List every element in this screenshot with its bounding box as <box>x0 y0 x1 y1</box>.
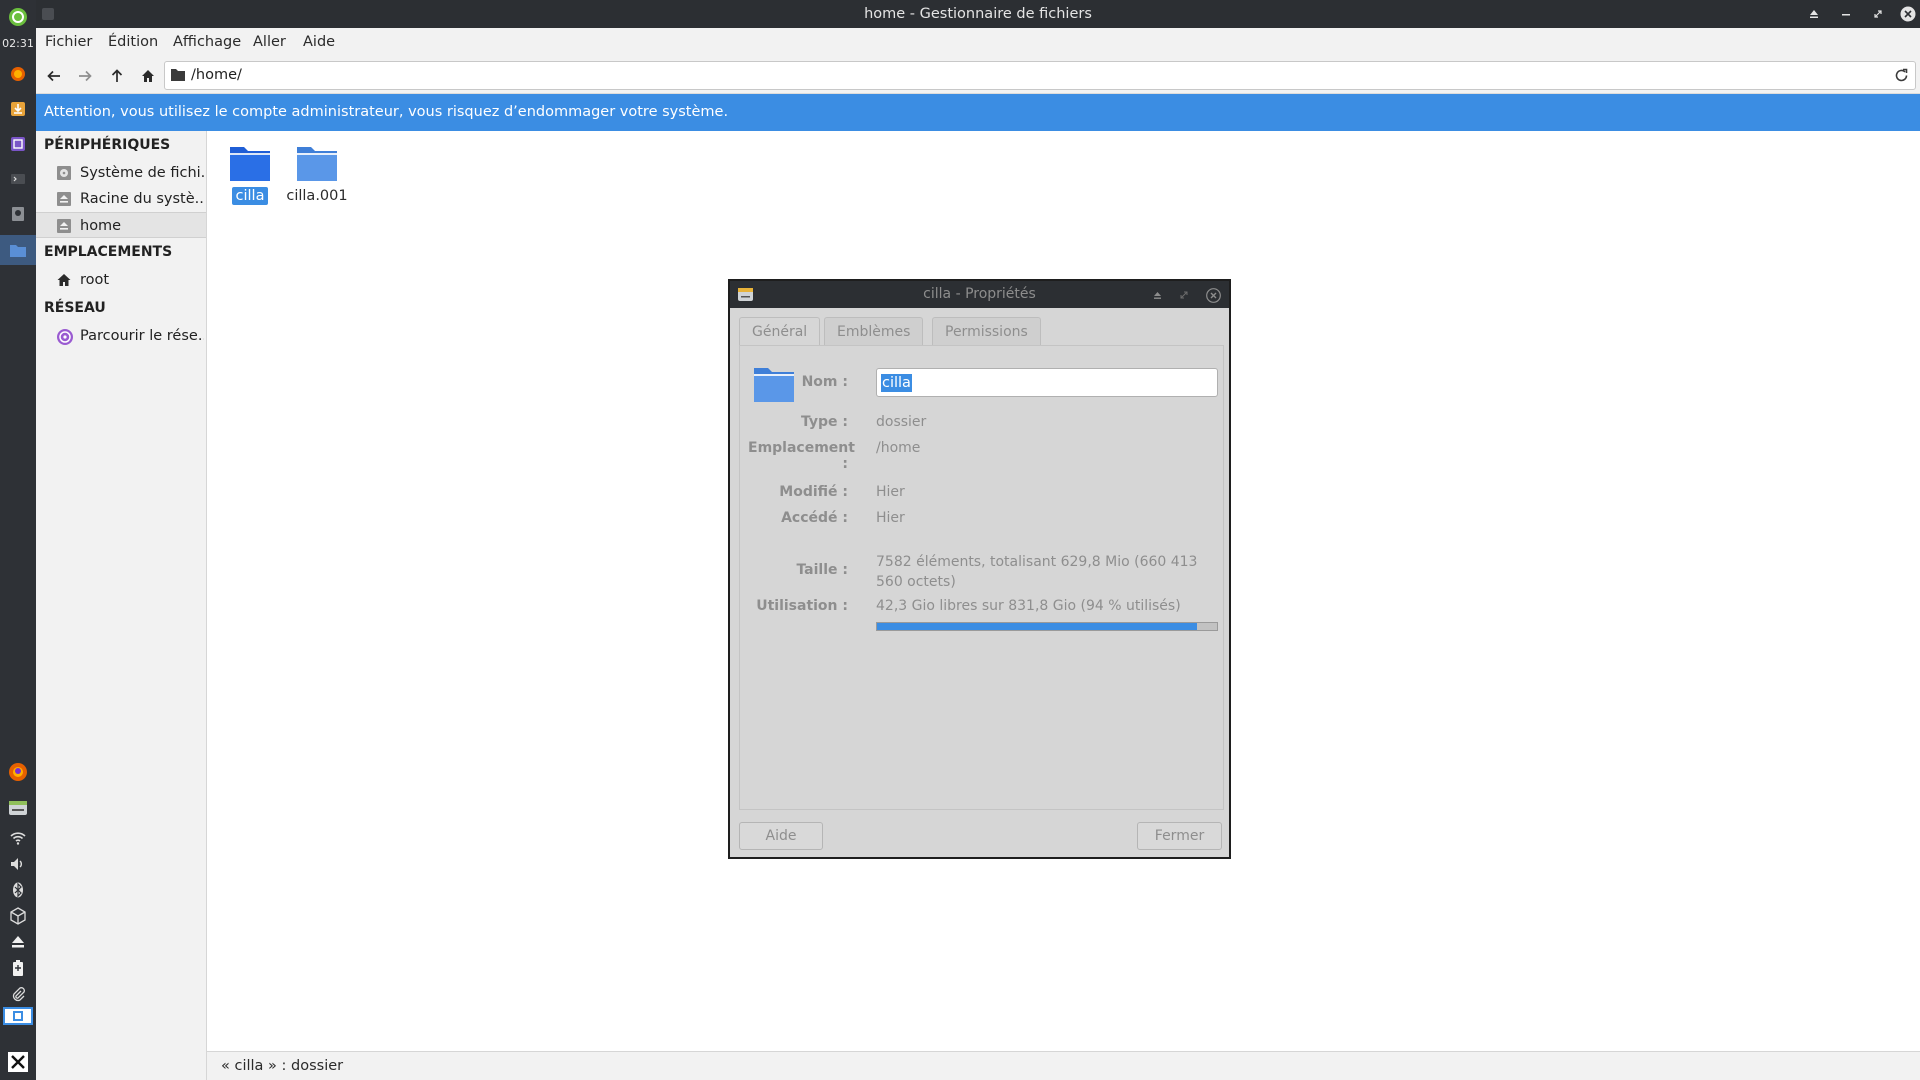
usage-value: 42,3 Gio libres sur 831,8 Gio (94 % util… <box>876 598 1181 614</box>
file-manager-icon[interactable] <box>0 235 36 265</box>
dialog-titlebar[interactable]: cilla - Propriétés <box>730 281 1229 308</box>
drive-eject-icon <box>56 191 72 207</box>
tab-emblemes[interactable]: Emblèmes <box>824 317 924 346</box>
minimize-icon[interactable] <box>1836 4 1856 24</box>
sidebar-item-system-root[interactable]: Racine du systè... <box>36 186 206 212</box>
drive-tray-icon[interactable] <box>0 796 36 820</box>
section-emplacements: EMPLACEMENTS <box>44 244 173 260</box>
folder-icon <box>171 68 185 81</box>
usage-progress-bar <box>876 622 1218 631</box>
reload-icon[interactable] <box>1894 68 1909 83</box>
menu-fichier[interactable]: Fichier <box>45 28 92 56</box>
window-title: home - Gestionnaire de fichiers <box>864 6 1092 22</box>
bluetooth-icon[interactable] <box>0 880 36 900</box>
sidebar-item-label: Racine du systè... <box>80 191 204 207</box>
side-pane: PÉRIPHÉRIQUES Système de fichi... Racine… <box>36 131 207 1080</box>
back-button[interactable] <box>43 65 65 87</box>
menu-edition[interactable]: Édition <box>108 28 158 56</box>
location-path[interactable]: /home/ <box>191 62 242 89</box>
menu-affichage[interactable]: Affichage <box>173 28 241 56</box>
section-peripheriques: PÉRIPHÉRIQUES <box>44 137 171 153</box>
home-icon <box>56 272 72 288</box>
sidebar-item-label: root <box>80 272 110 288</box>
sidebar-item-system-fs[interactable]: Système de fichi... <box>36 160 206 186</box>
app-menu-icon[interactable] <box>0 4 36 30</box>
menu-aller[interactable]: Aller <box>253 28 286 56</box>
name-value[interactable]: cilla <box>881 374 912 392</box>
shade-icon[interactable] <box>1148 286 1166 304</box>
menu-bar: Fichier Édition Affichage Aller Aide <box>36 28 1920 56</box>
home-button[interactable] <box>137 65 159 87</box>
package-icon[interactable] <box>0 905 36 927</box>
tab-general[interactable]: Général <box>739 317 821 347</box>
sidebar-item-network[interactable]: Parcourir le rése... <box>36 323 206 349</box>
firefox-tray-icon[interactable] <box>0 760 36 784</box>
admin-warning-bar: Attention, vous utilisez le compte admin… <box>36 94 1920 131</box>
firefox-icon[interactable] <box>0 62 36 86</box>
taskbar: 02:31 <box>0 0 36 1080</box>
file-item-cilla-001[interactable]: cilla.001 <box>282 143 352 205</box>
sidebar-item-root[interactable]: root <box>36 267 206 293</box>
volume-icon[interactable] <box>0 854 36 874</box>
sidebar-item-label: Système de fichi... <box>80 165 204 181</box>
accessed-label: Accédé : <box>781 510 848 526</box>
modified-value: Hier <box>876 484 905 500</box>
harddisk-icon <box>56 165 72 181</box>
usage-label: Utilisation : <box>756 598 848 614</box>
properties-dialog: cilla - Propriétés Général Emblèmes Perm… <box>728 279 1231 859</box>
terminal-icon[interactable] <box>0 167 36 191</box>
forward-button[interactable] <box>74 65 96 87</box>
size-value: 7582 éléments, totalisant 629,8 Mio (660… <box>876 554 1198 590</box>
download-icon[interactable] <box>0 97 36 121</box>
file-item-cilla[interactable]: cilla <box>215 143 285 205</box>
section-reseau: RÉSEAU <box>44 300 106 316</box>
close-button[interactable]: Fermer <box>1137 822 1222 850</box>
sidebar-item-home[interactable]: home <box>36 212 206 238</box>
sidebar-item-label: home <box>80 218 122 234</box>
battery-icon[interactable] <box>0 958 36 978</box>
wifi-icon[interactable] <box>0 828 36 848</box>
workspace-icon[interactable] <box>0 1005 36 1027</box>
maximize-icon[interactable] <box>1175 286 1193 304</box>
folder-icon <box>296 143 338 183</box>
folder-icon <box>229 143 271 183</box>
close-icon[interactable] <box>1898 4 1918 24</box>
accessed-value: Hier <box>876 510 905 526</box>
menu-aide[interactable]: Aide <box>303 28 335 56</box>
location-bar[interactable]: /home/ <box>164 61 1916 90</box>
tab-permissions[interactable]: Permissions <box>932 317 1041 346</box>
sidebar-item-label: Parcourir le rése... <box>80 328 204 344</box>
modified-label: Modifié : <box>779 484 848 500</box>
location-value: /home <box>876 440 921 456</box>
status-bar: « cilla » : dossier <box>207 1051 1920 1080</box>
shade-icon[interactable] <box>1804 4 1824 24</box>
location-label: Emplacement : <box>748 440 855 472</box>
drive-eject-icon <box>56 218 72 234</box>
window-titlebar[interactable]: home - Gestionnaire de fichiers <box>36 0 1920 28</box>
toolbar: /home/ <box>36 56 1920 94</box>
clock: 02:31 <box>2 37 34 50</box>
notes-icon[interactable] <box>0 132 36 156</box>
network-icon <box>56 328 73 345</box>
name-label: Nom : <box>801 374 848 390</box>
general-tab-panel: Nom : cilla Type : dossier Emplacement :… <box>739 345 1224 810</box>
usage-progress-fill <box>877 623 1197 630</box>
up-button[interactable] <box>106 65 128 87</box>
help-button[interactable]: Aide <box>739 822 823 850</box>
file-label: cilla.001 <box>286 188 348 204</box>
type-value: dossier <box>876 414 927 430</box>
file-label: cilla <box>231 187 269 205</box>
size-label: Taille : <box>796 562 848 578</box>
desktop-icon[interactable] <box>0 1050 36 1074</box>
clip-icon[interactable] <box>0 984 36 1004</box>
type-label: Type : <box>800 414 848 430</box>
name-field[interactable]: cilla <box>876 368 1218 397</box>
disk-icon[interactable] <box>0 202 36 226</box>
close-icon[interactable] <box>1204 286 1222 304</box>
eject-icon[interactable] <box>0 932 36 952</box>
maximize-icon[interactable] <box>1868 4 1888 24</box>
